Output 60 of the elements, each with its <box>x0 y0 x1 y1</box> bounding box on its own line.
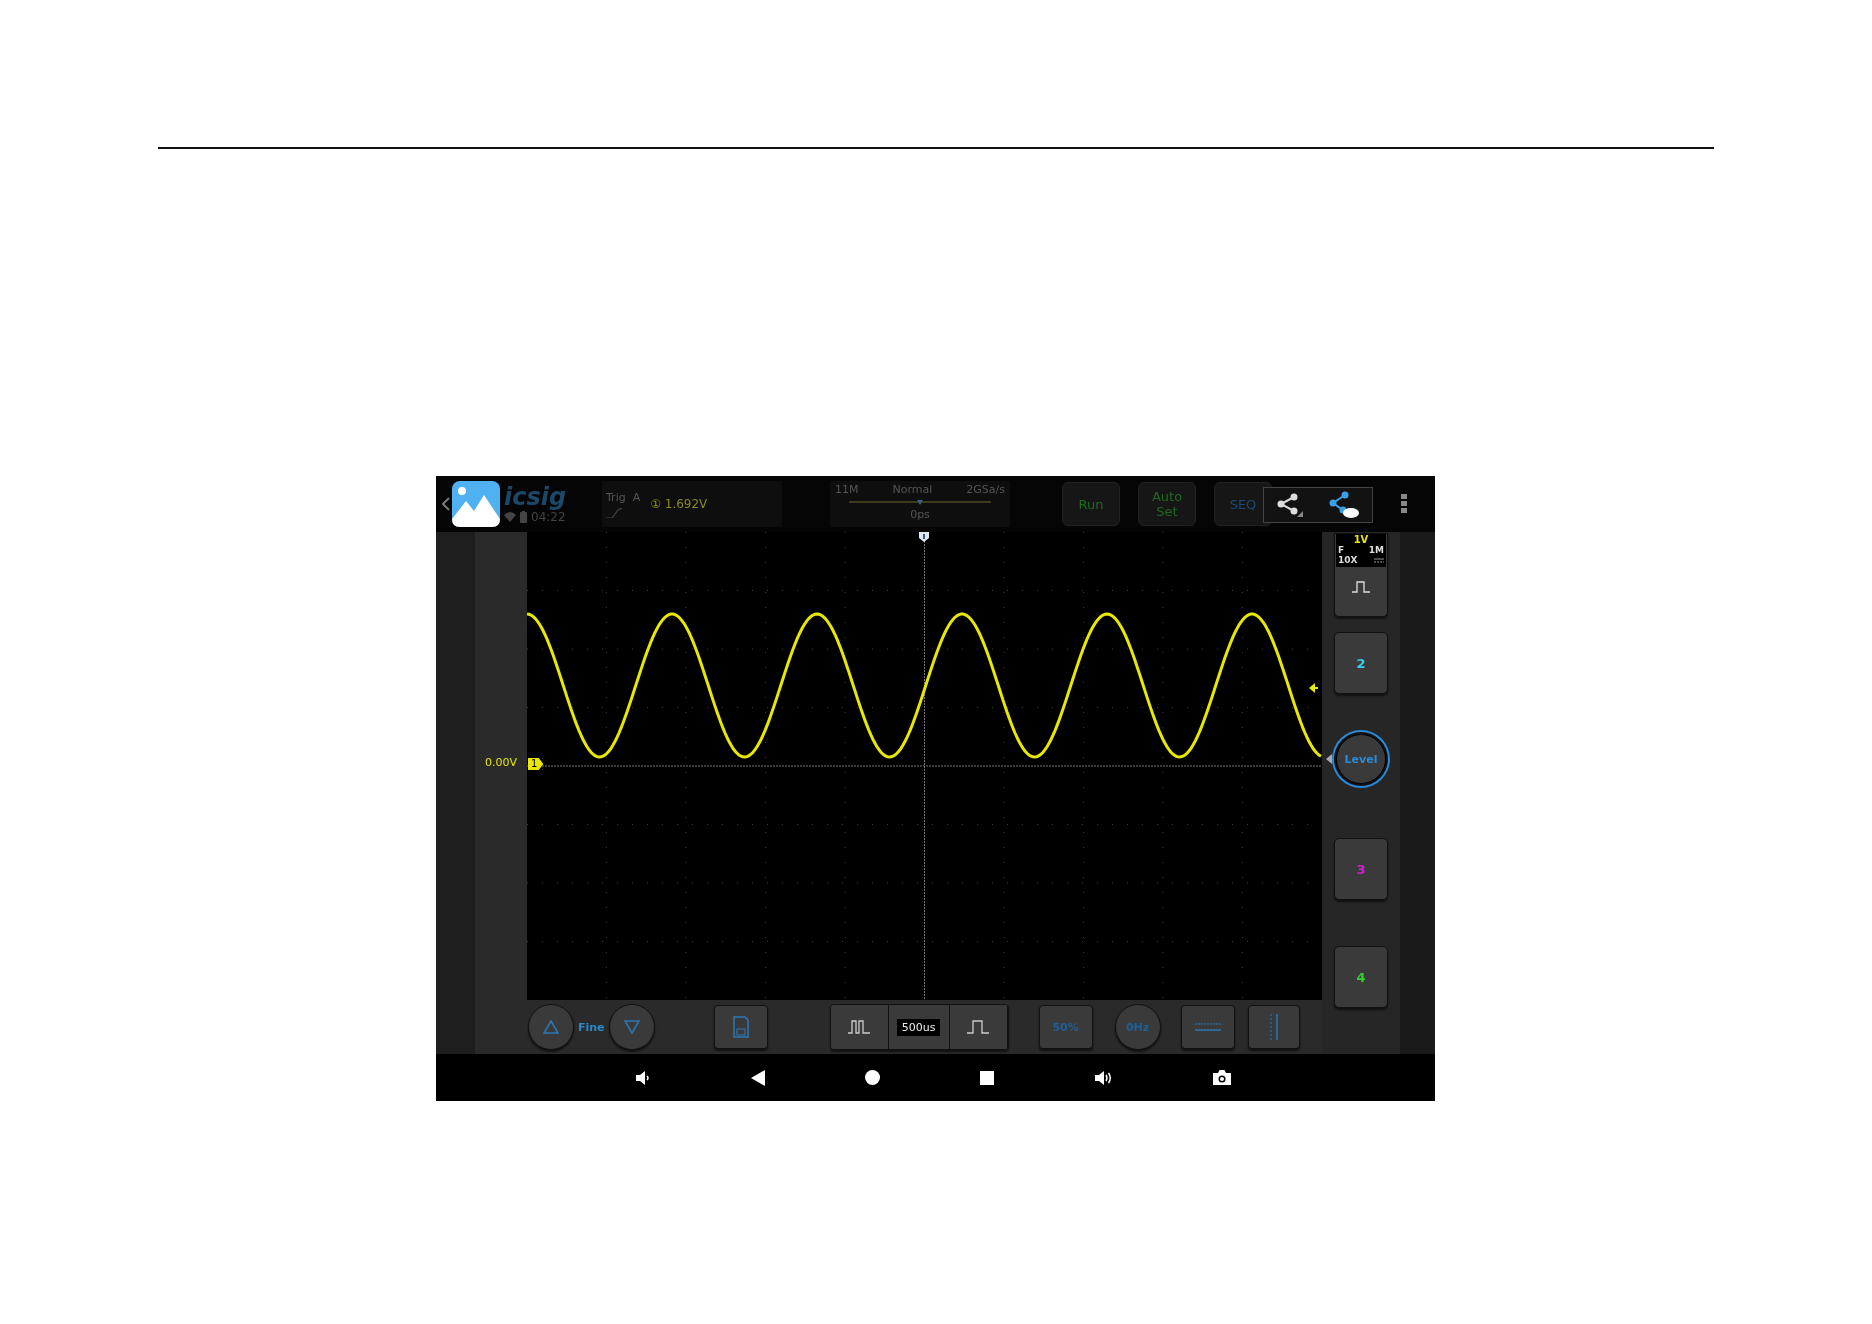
recents-icon[interactable] <box>980 1070 994 1085</box>
channel-one-button[interactable]: 1V F 1M 10X <box>1334 533 1388 617</box>
fifty-percent-button[interactable]: 50% <box>1038 1005 1093 1049</box>
clock-time: 04:22 <box>531 510 566 524</box>
volume-up-icon[interactable] <box>1094 1069 1113 1086</box>
channel-scale: 1V <box>1353 534 1369 545</box>
down-triangle-icon <box>623 1020 640 1034</box>
trigger-level-icon[interactable] <box>1309 683 1318 693</box>
channel-marker[interactable]: 1 <box>528 758 544 770</box>
waveform-display[interactable]: 1 <box>527 532 1322 1000</box>
horizontal-delay: 0ps <box>910 508 930 521</box>
channel-button[interactable]: 2 <box>1334 632 1388 694</box>
save-button[interactable] <box>713 1005 768 1049</box>
pointer-icon <box>1326 754 1332 764</box>
memory-depth: 11M <box>835 483 859 496</box>
zoom-out-button[interactable] <box>830 1005 889 1049</box>
vertical-cursor-button[interactable] <box>1247 1005 1300 1049</box>
toolbar-button[interactable]: Auto Set <box>1138 482 1196 526</box>
dc-coupling-icon <box>1374 557 1384 563</box>
trigger-label: Trig A <box>606 490 641 504</box>
probe-label: 10X <box>1338 555 1358 565</box>
trigger-level: ① 1.692V <box>650 497 708 511</box>
camera-icon[interactable] <box>1213 1070 1231 1085</box>
volume-down-icon[interactable] <box>635 1069 651 1086</box>
channel-button[interactable]: 3 <box>1334 838 1388 900</box>
trigger-panel[interactable]: Trig A ① 1.692V <box>602 481 782 527</box>
acquisition-mode: Normal <box>892 483 933 496</box>
rising-edge-icon <box>606 507 622 518</box>
battery-icon <box>520 511 527 523</box>
sample-rate: 2GSa/s <box>966 483 1005 496</box>
pulse-icon <box>967 1020 990 1034</box>
gallery-app-icon[interactable] <box>452 481 500 527</box>
pulse-train-icon <box>848 1020 871 1034</box>
horizontal-lines-icon <box>1194 1022 1221 1032</box>
impedance-label: 1M <box>1368 545 1384 555</box>
zoom-in-button[interactable] <box>949 1005 1008 1049</box>
coupling-label: F <box>1338 545 1345 555</box>
brand-logo: icsig <box>504 484 568 510</box>
toolbar-button[interactable]: Run <box>1062 482 1120 526</box>
up-button[interactable] <box>528 1004 574 1050</box>
vertical-lines-icon <box>1268 1014 1279 1040</box>
offset-reading: 0.00V <box>484 756 517 769</box>
back-icon[interactable] <box>751 1069 765 1086</box>
more-menu-icon[interactable] <box>1401 494 1407 514</box>
cloud-share-icon[interactable] <box>1329 491 1359 519</box>
channel-button[interactable]: 4 <box>1334 946 1388 1008</box>
wifi-icon <box>504 512 516 522</box>
up-triangle-icon <box>543 1020 559 1034</box>
level-knob[interactable]: Level <box>1336 734 1386 784</box>
timebase-reading: 500us <box>896 1018 941 1036</box>
save-icon <box>732 1016 749 1038</box>
horizontal-cursor-button[interactable] <box>1180 1005 1235 1049</box>
acquisition-panel[interactable]: 11M Normal 2GSa/s 0ps <box>830 481 1010 527</box>
fine-label: Fine <box>578 1020 605 1034</box>
pulse-icon <box>1352 581 1370 593</box>
share-icon[interactable] <box>1277 493 1303 517</box>
down-button[interactable] <box>608 1004 655 1050</box>
frequency-button[interactable]: 0Hz <box>1114 1004 1161 1050</box>
trigger-position-icon[interactable] <box>919 532 929 542</box>
home-icon[interactable] <box>865 1070 880 1085</box>
